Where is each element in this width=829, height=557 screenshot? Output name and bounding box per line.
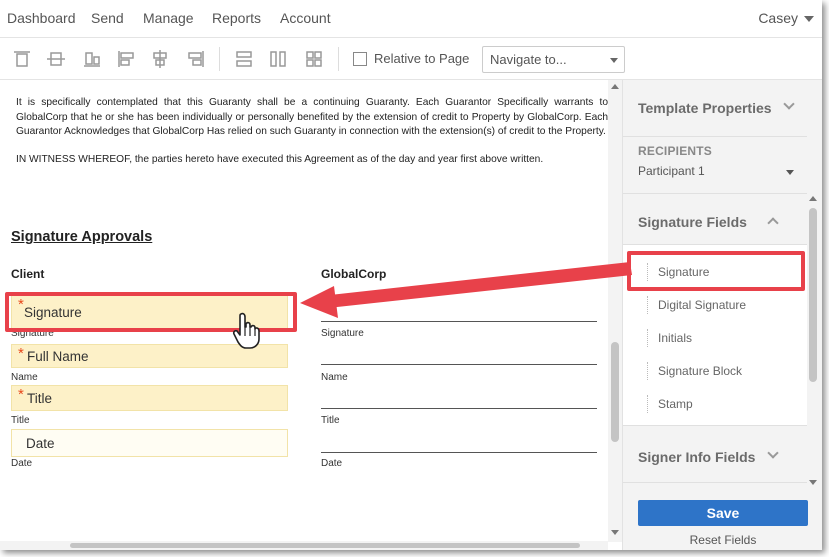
scrollbar-thumb[interactable] <box>70 543 580 548</box>
divider <box>623 193 807 194</box>
scroll-up-icon[interactable] <box>809 196 817 201</box>
client-name-caption: Name <box>11 372 38 383</box>
client-heading: Client <box>11 267 45 281</box>
globalcorp-title-line <box>321 408 597 409</box>
match-width-icon[interactable] <box>234 49 254 69</box>
chevron-down-icon[interactable] <box>767 447 779 459</box>
field-item-initials[interactable]: Initials <box>647 329 692 347</box>
chevron-up-icon[interactable] <box>767 217 779 229</box>
match-size-icon[interactable] <box>304 49 324 69</box>
field-item-signature-block[interactable]: Signature Block <box>647 362 742 380</box>
client-date-field[interactable]: Date <box>11 429 288 457</box>
required-marker: * <box>18 345 24 362</box>
field-label: Title <box>27 391 53 406</box>
properties-panel: Template Properties RECIPIENTS Participa… <box>622 80 822 550</box>
user-menu[interactable]: Casey <box>758 10 814 26</box>
nav-reports[interactable]: Reports <box>212 10 261 26</box>
signature-item-highlight <box>627 251 805 291</box>
recipient-select[interactable]: Participant 1 <box>638 164 705 178</box>
align-bottom-icon[interactable] <box>82 49 102 69</box>
relative-to-page-checkbox[interactable] <box>353 52 367 66</box>
signature-fields-header[interactable]: Signature Fields <box>638 214 747 230</box>
document-horizontal-scrollbar[interactable] <box>0 541 608 550</box>
field-label: Full Name <box>27 349 89 364</box>
save-button[interactable]: Save <box>638 500 808 526</box>
align-right-icon[interactable] <box>186 49 206 69</box>
toolbar-divider <box>338 47 339 71</box>
scroll-down-icon[interactable] <box>611 530 619 535</box>
relative-to-page-label: Relative to Page <box>374 51 470 66</box>
client-title-field[interactable]: * Title <box>11 385 288 411</box>
document-canvas: It is specifically contemplated that thi… <box>0 80 622 550</box>
chevron-down-icon <box>610 58 618 63</box>
template-properties-header[interactable]: Template Properties <box>638 100 772 116</box>
nav-dashboard[interactable]: Dashboard <box>7 10 76 26</box>
nav-manage[interactable]: Manage <box>143 10 194 26</box>
signer-info-fields-header[interactable]: Signer Info Fields <box>638 449 755 465</box>
navigate-to-dropdown[interactable]: Navigate to... <box>482 46 625 73</box>
scrollbar-thumb[interactable] <box>611 342 619 442</box>
chevron-down-icon[interactable] <box>786 170 794 175</box>
nav-send[interactable]: Send <box>91 10 124 26</box>
field-label: Date <box>26 436 55 451</box>
globalcorp-date-line <box>321 452 597 453</box>
match-height-icon[interactable] <box>268 49 288 69</box>
divider <box>623 136 807 137</box>
globalcorp-name-caption: Name <box>321 372 348 383</box>
globalcorp-signature-line <box>321 321 597 322</box>
scroll-up-icon[interactable] <box>611 84 619 89</box>
navigate-to-value: Navigate to... <box>490 52 567 67</box>
align-middle-icon[interactable] <box>46 49 66 69</box>
align-top-icon[interactable] <box>12 49 32 69</box>
field-item-digital-signature[interactable]: Digital Signature <box>647 296 746 314</box>
recipients-heading: RECIPIENTS <box>638 144 713 158</box>
scroll-down-icon[interactable] <box>809 480 817 485</box>
globalcorp-name-line <box>321 364 597 365</box>
chevron-down-icon[interactable] <box>783 98 795 110</box>
hand-cursor-icon <box>232 312 260 349</box>
required-marker: * <box>18 386 24 403</box>
document-body: It is specifically contemplated that thi… <box>16 96 608 180</box>
alignment-toolbar: Relative to Page Navigate to... <box>0 38 822 80</box>
app-window: Dashboard Send Manage Reports Account Ca… <box>0 0 822 550</box>
reset-fields-link[interactable]: Reset Fields <box>638 533 808 547</box>
top-nav: Dashboard Send Manage Reports Account Ca… <box>0 0 822 38</box>
globalcorp-date-caption: Date <box>321 458 343 469</box>
document-vertical-scrollbar[interactable] <box>608 80 622 542</box>
section-title: Signature Approvals <box>11 229 153 245</box>
globalcorp-signature-caption: Signature <box>321 328 364 339</box>
globalcorp-heading: GlobalCorp <box>321 267 387 281</box>
align-left-icon[interactable] <box>116 49 136 69</box>
chevron-down-icon <box>804 16 814 23</box>
client-title-caption: Title <box>11 415 30 426</box>
client-date-caption: Date <box>11 458 33 469</box>
user-name: Casey <box>758 10 798 26</box>
divider <box>623 482 807 483</box>
globalcorp-title-caption: Title <box>321 415 340 426</box>
align-center-icon[interactable] <box>150 49 170 69</box>
witness-paragraph: IN WITNESS WHEREOF, the parties hereto h… <box>16 153 544 165</box>
field-item-stamp[interactable]: Stamp <box>647 395 693 413</box>
nav-account[interactable]: Account <box>280 10 331 26</box>
panel-vertical-scrollbar[interactable] <box>806 192 820 490</box>
scrollbar-thumb[interactable] <box>809 208 817 382</box>
guaranty-paragraph: It is specifically contemplated that thi… <box>16 97 608 137</box>
toolbar-divider <box>219 47 220 71</box>
